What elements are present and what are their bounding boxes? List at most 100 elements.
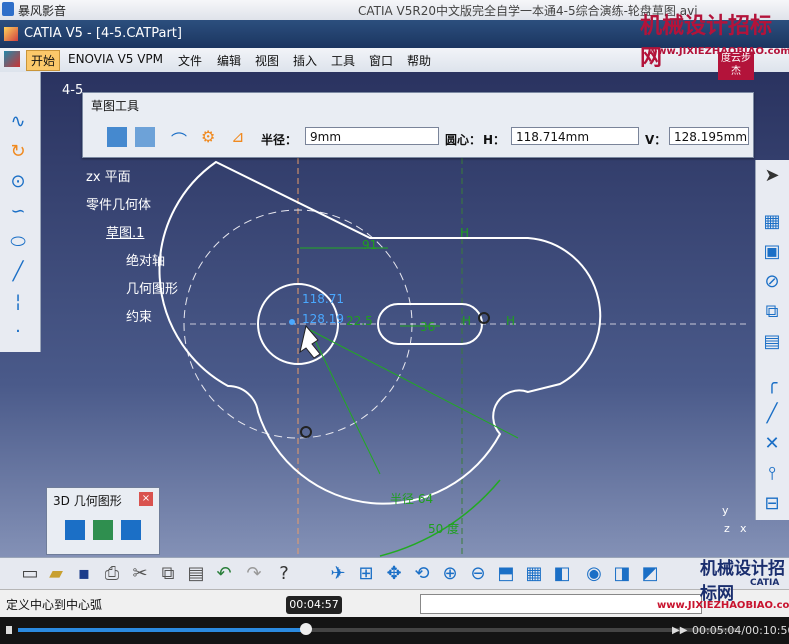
hand-cursor-icon [299, 324, 321, 359]
constraint-h-label-3: H [506, 314, 516, 328]
axis-x-label: x [740, 522, 747, 535]
menu-window[interactable]: 窗口 [369, 52, 393, 69]
axis-tool-icon[interactable]: ¦ [8, 292, 28, 312]
tree-sketch[interactable]: 草图.1 [106, 222, 144, 241]
paperclip-icon[interactable]: ⊘ [762, 272, 782, 292]
rotate-view-icon[interactable]: ⟲ [412, 564, 432, 584]
center-label: 圆心： [445, 133, 482, 147]
spline-tool-icon[interactable]: ∽ [8, 202, 28, 222]
tree-zx-plane[interactable]: zx 平面 [86, 166, 131, 185]
line-tool-icon[interactable]: ╱ [8, 262, 28, 282]
help-cursor-icon[interactable]: ? [274, 564, 294, 584]
watermark-top-text: 机械设计招标网 [640, 13, 773, 71]
corner-icon[interactable]: ╭ [762, 374, 782, 394]
center-point-marker [300, 426, 312, 438]
panel-3d-geometry: 3D 几何图形 × [46, 487, 160, 555]
seek-handle[interactable] [300, 623, 312, 635]
undo-icon[interactable]: ↶ [214, 564, 234, 584]
seek-progress-fill [18, 628, 306, 632]
menu-help[interactable]: 帮助 [407, 52, 431, 69]
pan-icon[interactable]: ✥ [384, 564, 404, 584]
v-field[interactable]: 128.195mm [669, 127, 749, 145]
positioned-sketch-icon[interactable]: ▣ [762, 242, 782, 262]
menu-tools[interactable]: 工具 [331, 52, 355, 69]
sketch-icon[interactable]: ▦ [762, 212, 782, 232]
player-app-name[interactable]: 暴风影音 [18, 2, 66, 19]
normal-view-icon[interactable]: ⬒ [496, 564, 516, 584]
swap-space-icon[interactable]: ◩ [640, 564, 660, 584]
print-icon[interactable]: ⎙ [102, 564, 122, 584]
fly-icon[interactable]: ✈ [328, 564, 348, 584]
save-icon[interactable]: ▪ [74, 564, 94, 584]
left-toolbar: ∿ ↻ ⊙ ∽ ⬭ ╱ ¦ · [0, 72, 41, 352]
radius-dim-line [309, 329, 519, 439]
intersect-3d-icon[interactable] [93, 520, 113, 540]
render-style-icon[interactable]: ◉ [584, 564, 604, 584]
construction-icon[interactable]: ⌒ [171, 127, 191, 150]
views-icon[interactable]: ▦ [524, 564, 544, 584]
tree-root[interactable]: 4-5 [62, 83, 83, 98]
copy-icon[interactable]: ⧉ [158, 564, 178, 584]
dim-radius-64-label[interactable]: 半径 64 [390, 490, 433, 507]
point-tool-icon[interactable]: · [8, 322, 28, 342]
geometric-constraints-icon[interactable]: ⚙ [201, 127, 221, 147]
watermark-bottom-url: www.JIXIEZHAOBIAO.com [657, 600, 789, 611]
fit-all-icon[interactable]: ⊞ [356, 564, 376, 584]
h-field[interactable]: 118.714mm [511, 127, 639, 145]
menu-start[interactable]: 开始 [26, 50, 61, 71]
table-icon[interactable]: ▤ [762, 332, 782, 352]
menu-insert[interactable]: 插入 [293, 52, 317, 69]
menu-enovia[interactable]: ENOVIA V5 VPM [68, 52, 163, 66]
iso-view-icon[interactable]: ◧ [552, 564, 572, 584]
redo-icon[interactable]: ↷ [244, 564, 264, 584]
circle-tool-icon[interactable]: ⊙ [8, 172, 28, 192]
menu-edit[interactable]: 编辑 [217, 52, 241, 69]
silhouette-3d-icon[interactable] [121, 520, 141, 540]
radius-field[interactable]: 9mm [305, 127, 439, 145]
hide-show-icon[interactable]: ◨ [612, 564, 632, 584]
symmetry-icon[interactable]: ⫯ [762, 464, 782, 484]
chamfer-icon[interactable]: ╱ [762, 404, 782, 424]
dim-36-label[interactable]: 36 [420, 320, 435, 334]
mirror-icon[interactable]: ⧉ [762, 302, 782, 322]
player-controls: ▶▶ [0, 617, 789, 644]
h-label: H： [483, 133, 506, 147]
ellipse-tool-icon[interactable]: ⬭ [8, 232, 28, 252]
dim-angle-50-label[interactable]: 50 度 [428, 520, 459, 537]
dim-91-label[interactable]: 91 [362, 238, 377, 252]
cut-icon[interactable]: ✂ [130, 564, 150, 584]
menu-file[interactable]: 文件 [178, 52, 202, 69]
right-toolbar: ➤ ▦ ▣ ⊘ ⧉ ▤ ╭ ╱ ✕ ⫯ ⊟ [755, 160, 789, 520]
profile-tool-icon[interactable]: ∿ [8, 112, 28, 132]
paste-icon[interactable]: ▤ [186, 564, 206, 584]
catia-app-icon [4, 27, 18, 41]
catia-logo-icon[interactable] [4, 51, 20, 67]
axis-y-label: y [722, 504, 729, 517]
status-message: 定义中心到中心弧 [6, 598, 103, 612]
tree-part-body[interactable]: 零件几何体 [86, 194, 151, 213]
tree-abs-axis[interactable]: 绝对轴 [126, 250, 165, 269]
tree-geometry[interactable]: 几何图形 [126, 278, 178, 297]
trim-icon[interactable]: ✕ [762, 434, 782, 454]
sketch-tools-panel: 草图工具 ⌒ ⚙ ⊿ 半径： 9mm 圆心： H： 118.714mm V： 1… [82, 92, 754, 158]
constraint-h-label-2: H [462, 314, 472, 328]
dim-22-5-label[interactable]: 22.5 [346, 314, 373, 328]
project-3d-icon[interactable] [65, 520, 85, 540]
panel-3d-close-button[interactable]: × [139, 492, 153, 506]
rotate-tool-icon[interactable]: ↻ [8, 142, 28, 162]
zoom-in-icon[interactable]: ⊕ [440, 564, 460, 584]
tree-constraints[interactable]: 约束 [126, 306, 152, 325]
next-icon[interactable]: ▶▶ [672, 625, 687, 636]
menu-view[interactable]: 视图 [255, 52, 279, 69]
new-file-icon[interactable]: ▭ [20, 564, 40, 584]
player-logo-icon [2, 2, 14, 16]
cursor-h-readout: 118.71 [302, 292, 344, 306]
grid-icon[interactable] [107, 127, 127, 147]
select-arrow-icon[interactable]: ➤ [762, 166, 782, 186]
angle-dim-line [309, 329, 381, 475]
zoom-out-icon[interactable]: ⊖ [468, 564, 488, 584]
dimensional-constraints-icon[interactable]: ⊿ [231, 127, 251, 147]
open-folder-icon[interactable]: ▰ [46, 564, 66, 584]
project-icon[interactable]: ⊟ [762, 494, 782, 514]
snap-to-point-icon[interactable] [135, 127, 155, 147]
